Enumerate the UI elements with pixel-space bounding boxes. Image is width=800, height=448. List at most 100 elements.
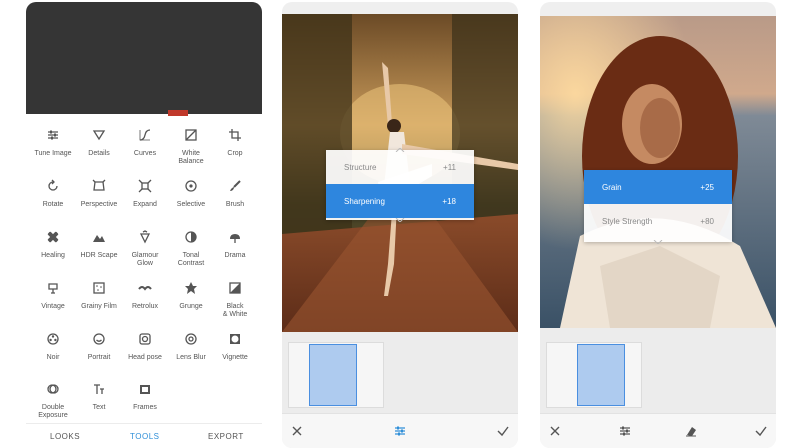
menu-item-label: Style Strength [602,217,653,226]
tool-label: Grunge [179,303,203,310]
filmstrip [282,332,518,416]
action-bar [282,413,518,448]
tool-label: Tonal Contrast [177,252,205,267]
menu-item-structure[interactable]: Structure +11 [326,150,474,184]
menu-item-label: Sharpening [344,197,385,206]
tab-tools[interactable]: TOOLS [130,432,159,441]
tool-curves[interactable]: Curves [122,128,168,158]
tool-noir[interactable]: Noir [30,332,76,362]
tool-expand[interactable]: Expand [122,179,168,209]
tool-white-balance[interactable]: White Balance [168,128,214,166]
tool-label: Details [88,150,110,157]
tool-label: Frames [133,404,157,411]
chevron-down-icon [653,240,663,244]
sliders-icon[interactable] [393,424,407,438]
tool-black-white[interactable]: Black & White [212,281,258,319]
tools-grid: Tune Image Details Curves White Balance Crop… [26,116,262,419]
tool-label: Lens Blur [176,354,206,361]
tool-label: Vintage [41,303,65,310]
tool-label: Noir [46,354,60,361]
portrait-icon [93,333,105,345]
thumbnail-selected[interactable] [309,344,357,406]
tool-portrait[interactable]: Portrait [76,332,122,362]
tab-looks[interactable]: LOOKS [50,432,80,441]
tool-double-exposure[interactable]: Double Exposure [30,382,76,420]
tool-label: Crop [227,150,243,157]
tool-label: Tune Image [34,150,72,157]
tool-crop[interactable]: Crop [212,128,258,158]
action-bar [540,413,776,448]
curves-icon [139,129,151,141]
menu-item-value: +11 [443,163,456,172]
tool-selective[interactable]: Selective [168,179,214,209]
head-pose-icon [139,333,151,345]
rotate-icon [48,179,58,191]
drama-icon [230,234,240,243]
white-balance-icon [185,129,197,141]
tool-label: Grainy Film [81,303,117,310]
tool-healing[interactable]: Healing [30,230,76,260]
grunge-icon [185,282,197,294]
menu-item-label: Grain [602,183,622,192]
tool-tune[interactable]: Tune Image [30,128,76,158]
thumbnail-frame [288,342,384,408]
vintage-icon [48,283,58,294]
thumbnail-selected[interactable] [577,344,625,406]
tool-label: White Balance [178,150,204,165]
eraser-icon[interactable] [684,424,698,438]
tool-label: Vignette [222,354,248,361]
menu-item-sharpening[interactable]: Sharpening +18 [326,184,474,218]
chevron-down-icon [395,218,405,222]
tool-drama[interactable]: Drama [212,230,258,260]
tool-label: Rotate [42,201,64,208]
grain-menu: Grain +25 Style Strength +80 [584,170,732,244]
glamour-glow-icon [139,230,151,244]
tab-export[interactable]: EXPORT [208,432,244,441]
tool-rotate[interactable]: Rotate [30,179,76,209]
menu-item-grain[interactable]: Grain +25 [584,170,732,204]
tool-frames[interactable]: Frames [122,382,168,412]
details-icon [92,130,106,141]
tool-perspective[interactable]: Perspective [76,179,122,209]
tool-label: Perspective [80,201,118,208]
tool-tonal-contrast[interactable]: Tonal Contrast [168,230,214,268]
sliders-icon[interactable] [618,424,632,438]
bottom-nav: LOOKS TOOLS EXPORT [26,423,262,448]
tool-hdr[interactable]: HDR Scape [76,230,122,260]
healing-icon [47,231,59,243]
tool-glamour-glow[interactable]: Glamour Glow [122,230,168,268]
menu-item-label: Structure [344,163,377,172]
tool-text[interactable]: Text [76,382,122,412]
filmstrip [540,328,776,416]
retrolux-icon [138,286,152,291]
brush-icon [230,180,241,191]
perspective-icon [92,179,106,191]
tool-retrolux[interactable]: Retrolux [122,281,168,311]
image-preview [26,2,262,116]
tool-lens-blur[interactable]: Lens Blur [168,332,214,362]
thumbnail-frame [546,342,642,408]
expand-icon [138,179,152,193]
close-icon[interactable] [548,424,562,438]
tool-vintage[interactable]: Vintage [30,281,76,311]
tool-grunge[interactable]: Grunge [168,281,214,311]
check-icon[interactable] [754,424,768,438]
menu-item-value: +80 [700,217,714,226]
tool-brush[interactable]: Brush [212,179,258,209]
close-icon[interactable] [290,424,304,438]
tool-label: Brush [225,201,245,208]
tool-label: Curves [133,150,157,157]
grainy-film-icon [93,282,105,294]
tool-label: Expand [133,201,157,208]
lens-blur-icon [185,333,197,345]
tool-head-pose[interactable]: Head pose [122,332,168,362]
tool-vignette[interactable]: Vignette [212,332,258,362]
tool-details[interactable]: Details [76,128,122,158]
tool-label: Retrolux [131,303,159,310]
menu-item-style-strength[interactable]: Style Strength +80 [584,204,732,238]
check-icon[interactable] [496,424,510,438]
noir-icon [47,333,59,345]
tool-label: Drama [224,252,246,259]
tool-grainy-film[interactable]: Grainy Film [76,281,122,311]
text-icon [94,384,104,394]
